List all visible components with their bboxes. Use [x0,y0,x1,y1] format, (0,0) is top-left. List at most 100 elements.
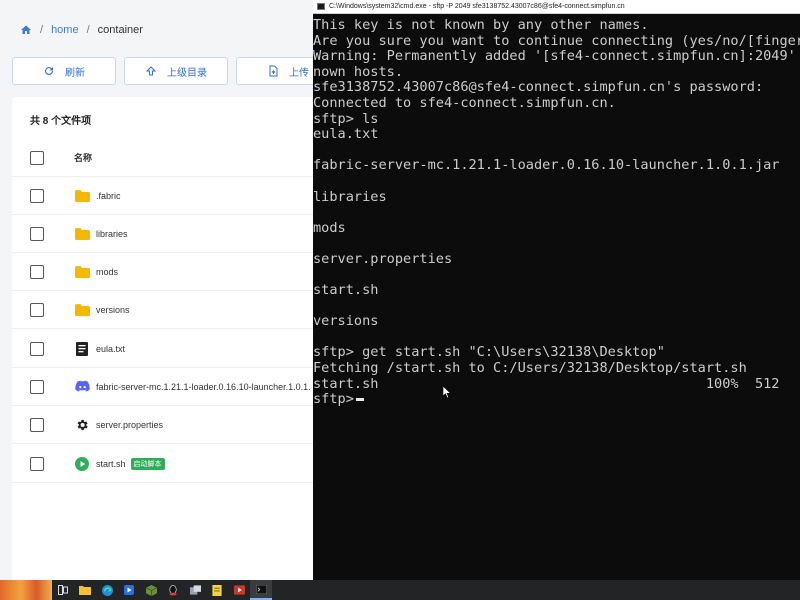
row-checkbox[interactable] [30,302,44,317]
media-icon[interactable] [228,580,250,600]
file-list-card: 共 8 个文件项 名称 .fabric libraries mods versi [12,97,320,580]
start-button[interactable] [0,580,52,600]
minecraft-icon[interactable] [140,580,162,600]
file-explorer-icon[interactable] [74,580,96,600]
task-view-icon[interactable] [52,580,74,600]
folder-icon [74,226,90,242]
toolbar: 刷新 上级目录 上传 [12,57,320,85]
file-manager-panel: / home / container 刷新 上级目录 上传 共 8 个文件项 名… [0,0,320,580]
terminal-line: Warning: Permanently added '[sfe4-connec… [313,49,796,65]
gear-icon [74,417,90,433]
taskbar [0,580,800,600]
refresh-button[interactable]: 刷新 [12,57,116,85]
terminal-line: This key is not known by any other names… [313,18,649,33]
terminal-prompt-line[interactable]: sftp> [313,392,800,408]
edge-browser-icon[interactable] [96,580,118,600]
row-checkbox[interactable] [30,456,44,471]
play-icon [74,456,90,472]
column-header-name[interactable]: 名称 [74,151,92,164]
refresh-label: 刷新 [65,67,85,79]
breadcrumb-separator: / [86,24,90,36]
terminal-line: fabric-server-mc.1.21.1-loader.0.16.10-l… [313,158,780,174]
app-icon[interactable] [184,580,206,600]
media-player-icon[interactable] [118,580,140,600]
qq-icon[interactable] [162,580,184,600]
file-name[interactable]: mods [96,267,118,277]
terminal-line: mods [313,220,346,236]
breadcrumb-home-link[interactable]: home [51,24,79,36]
row-checkbox[interactable] [30,264,44,279]
row-checkbox[interactable] [30,341,44,356]
row-checkbox[interactable] [30,417,44,432]
mouse-cursor-icon [443,386,451,398]
home-icon[interactable] [20,24,32,36]
terminal-titlebar[interactable]: C:\Windows\system32\cmd.exe - sftp -P 20… [313,0,800,14]
terminal-line: start.sh 100% 512 [313,376,780,392]
refresh-icon [45,67,54,76]
terminal-line: Connected to sfe4-connect.simpfun.cn. [313,95,616,111]
terminal-prompt: sftp> [313,392,354,408]
notes-icon[interactable] [206,580,228,600]
terminal-line: versions [313,314,379,330]
terminal-line: libraries [313,189,387,205]
table-header-row: 名称 [12,139,320,177]
file-name[interactable]: libraries [96,229,128,239]
table-row[interactable]: server.properties [12,406,320,444]
table-row[interactable]: libraries [12,215,320,253]
cmd-icon [317,3,325,10]
table-row[interactable]: mods [12,253,320,291]
terminal-line: eula.txt [313,127,379,143]
file-name[interactable]: versions [96,305,130,315]
breadcrumb-separator: / [40,24,44,36]
table-row[interactable]: versions [12,291,320,329]
terminal-title: C:\Windows\system32\cmd.exe - sftp -P 20… [329,3,625,10]
file-name-text: start.sh [96,458,126,469]
startup-script-badge: 启动脚本 [130,457,165,470]
upload-button[interactable]: 上传 [236,57,320,85]
parent-directory-button[interactable]: 上级目录 [124,57,228,85]
terminal-line: nown hosts. [313,64,404,80]
breadcrumb: / home / container [0,0,320,60]
parent-directory-label: 上级目录 [167,67,207,79]
terminal-line: sftp> get start.sh "C:\Users\32138\Deskt… [313,345,665,361]
file-name[interactable]: fabric-server-mc.1.21.1-loader.0.16.10-l… [96,382,311,392]
terminal-output[interactable]: This key is not known by any other names… [313,18,800,408]
table-row[interactable]: .fabric [12,177,320,215]
document-icon [74,341,90,357]
terminal-window[interactable]: C:\Windows\system32\cmd.exe - sftp -P 20… [313,0,800,582]
folder-icon [74,302,90,318]
row-checkbox[interactable] [30,188,44,203]
file-name[interactable]: .fabric [96,191,121,201]
row-checkbox[interactable] [30,379,44,394]
terminal-line: start.sh [313,283,379,299]
table-row[interactable]: eula.txt [12,330,320,368]
terminal-line: Fetching /start.sh to C:/Users/32138/Des… [313,361,747,377]
terminal-line: sfe3138752.43007c86@sfe4-connect.simpfun… [313,80,764,96]
file-name[interactable]: server.properties [96,420,163,430]
text-cursor [355,398,364,402]
arrow-up-icon [145,66,157,76]
table-row[interactable]: start.sh 启动脚本 [12,445,320,483]
file-name[interactable]: eula.txt [96,344,125,354]
terminal-line: sftp> ls [313,111,379,127]
terminal-line: Are you sure you want to continue connec… [313,33,800,49]
folder-icon [74,188,90,204]
folder-icon [74,264,90,280]
upload-label: 上传 [289,67,309,79]
file-name[interactable]: start.sh 启动脚本 [96,457,165,470]
select-all-checkbox[interactable] [30,150,44,165]
discord-icon [74,379,90,395]
terminal-line: server.properties [313,251,453,267]
upload-icon [269,65,278,77]
terminal-icon[interactable] [250,580,272,600]
breadcrumb-current: container [97,24,143,36]
table-row[interactable]: fabric-server-mc.1.21.1-loader.0.16.10-l… [12,368,320,406]
row-checkbox[interactable] [30,226,44,241]
